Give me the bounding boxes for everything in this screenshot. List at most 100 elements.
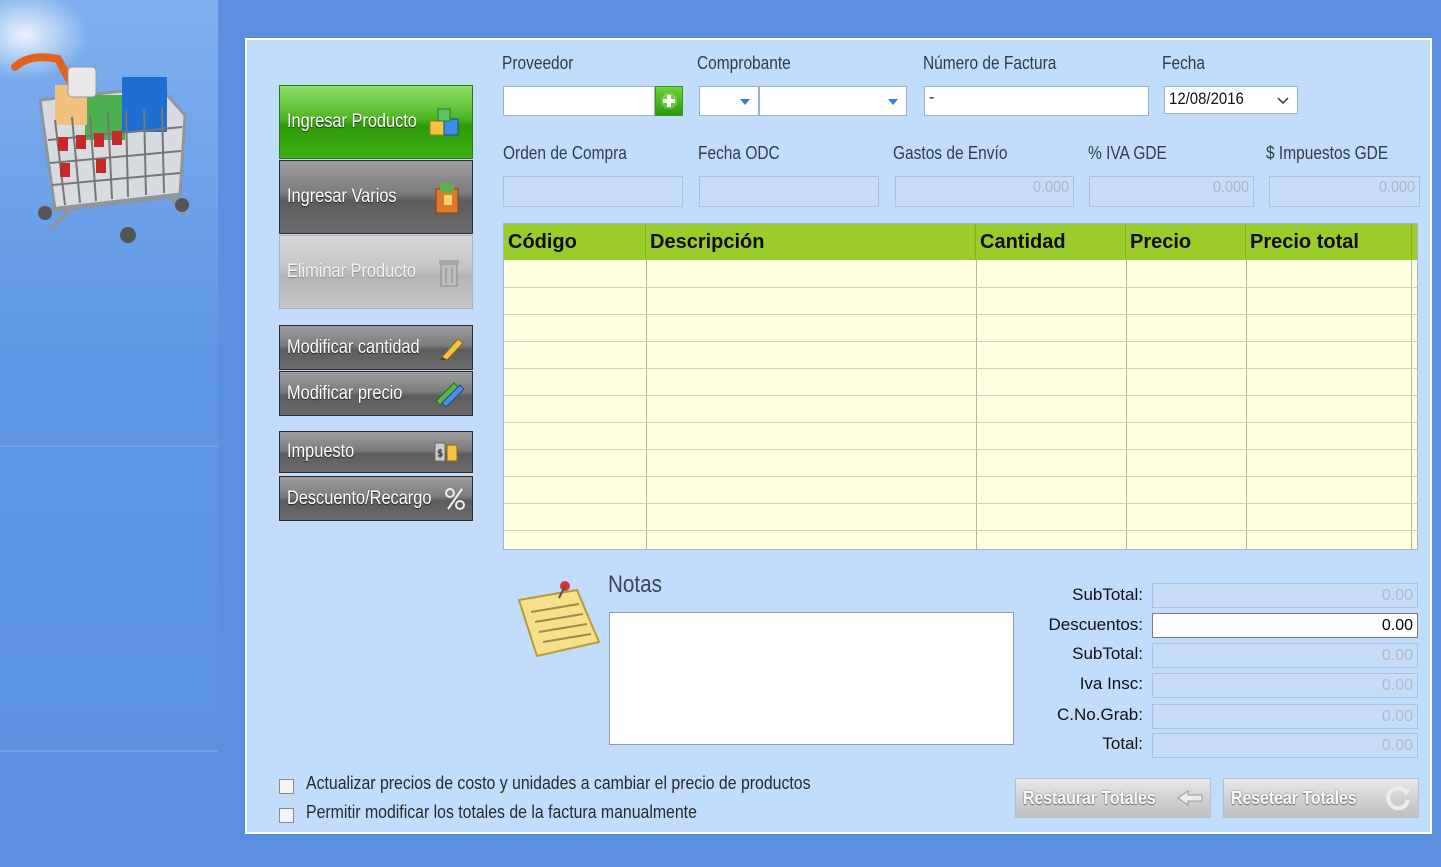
cnograb-label: C.No.Grab: bbox=[1057, 705, 1143, 724]
fecha-odc-label: Fecha ODC bbox=[698, 143, 780, 163]
row-divider bbox=[504, 422, 1417, 423]
comprobante-select[interactable] bbox=[759, 86, 907, 116]
descuentos-label: Descuentos: bbox=[1048, 615, 1144, 634]
items-table[interactable]: Código Descripción Cantidad Precio Preci… bbox=[503, 223, 1418, 550]
impuesto-label: Impuesto bbox=[287, 441, 355, 462]
tax-icon: $ bbox=[434, 442, 458, 462]
proveedor-label: Proveedor bbox=[502, 53, 574, 73]
iva-gde-label: % IVA GDE bbox=[1088, 143, 1167, 163]
subtotal-2-label: SubTotal: bbox=[1072, 644, 1143, 663]
column-divider bbox=[976, 260, 977, 549]
row-divider bbox=[504, 314, 1417, 315]
divider bbox=[0, 445, 218, 447]
permitir-modificar-label[interactable]: Permitir modificar los totales de la fac… bbox=[306, 802, 697, 823]
numero-factura-input[interactable]: - bbox=[924, 86, 1149, 116]
iva-insc-label: Iva Insc: bbox=[1079, 674, 1143, 693]
actualizar-precios-label[interactable]: Actualizar precios de costo y unidades a… bbox=[306, 773, 811, 794]
proveedor-input[interactable] bbox=[503, 86, 655, 116]
descuentos-field[interactable]: 0.00 bbox=[1152, 613, 1418, 638]
numero-factura-label: Número de Factura bbox=[923, 53, 1057, 73]
gastos-envio-label: Gastos de Envío bbox=[893, 143, 1008, 163]
cnograb-field[interactable]: 0.00 bbox=[1152, 704, 1418, 729]
divider bbox=[0, 750, 218, 752]
modificar-precio-label: Modificar precio bbox=[287, 382, 403, 404]
column-divider bbox=[1246, 260, 1247, 549]
eliminar-producto-button[interactable]: Eliminar Producto bbox=[279, 235, 473, 309]
iva-insc-field[interactable]: 0.00 bbox=[1152, 673, 1418, 698]
refresh-icon bbox=[1386, 786, 1410, 811]
column-divider bbox=[1411, 260, 1412, 549]
ingresar-varios-label: Ingresar Varios bbox=[287, 186, 397, 207]
column-divider bbox=[646, 260, 647, 549]
shopping-bag-icon bbox=[435, 183, 459, 214]
comprobante-type-select[interactable] bbox=[699, 86, 759, 116]
row-divider bbox=[504, 530, 1417, 531]
resetear-totales-button[interactable]: Resetear Totales bbox=[1223, 778, 1419, 818]
ingresar-producto-label: Ingresar Producto bbox=[287, 111, 417, 132]
plus-icon bbox=[661, 93, 677, 109]
restaurar-totales-button[interactable]: Restaurar Totales bbox=[1015, 778, 1211, 818]
descuento-recargo-button[interactable]: Descuento/Recargo bbox=[279, 476, 473, 521]
trash-icon bbox=[439, 260, 459, 287]
undo-arrow-icon bbox=[1177, 790, 1203, 806]
table-header: Código Descripción Cantidad Precio Preci… bbox=[504, 224, 1417, 260]
pencils-icon bbox=[435, 381, 465, 407]
comprobante-label: Comprobante bbox=[697, 53, 791, 73]
column-header-precio[interactable]: Precio bbox=[1126, 224, 1246, 260]
boxes-icon bbox=[429, 108, 459, 136]
side-banner bbox=[0, 0, 218, 867]
subtotal-field[interactable]: 0.00 bbox=[1152, 583, 1418, 608]
row-divider bbox=[504, 287, 1417, 288]
subtotal-2-field[interactable]: 0.00 bbox=[1152, 643, 1418, 668]
chevron-down-icon bbox=[888, 99, 898, 105]
impuestos-gde-label: $ Impuestos GDE bbox=[1266, 143, 1389, 163]
fecha-value: 12/08/2016 bbox=[1169, 89, 1244, 108]
chevron-down-icon bbox=[1277, 97, 1289, 105]
orden-compra-input[interactable] bbox=[503, 176, 683, 207]
impuesto-button[interactable]: Impuesto $ bbox=[279, 431, 473, 473]
add-proveedor-button[interactable] bbox=[655, 86, 683, 116]
column-header-descripcion[interactable]: Descripción bbox=[646, 224, 976, 260]
row-divider bbox=[504, 395, 1417, 396]
ingresar-producto-button[interactable]: Ingresar Producto bbox=[279, 85, 473, 159]
ingresar-varios-button[interactable]: Ingresar Varios bbox=[279, 160, 473, 234]
gastos-envio-value: 0.000 bbox=[1032, 179, 1069, 196]
eliminar-producto-label: Eliminar Producto bbox=[287, 261, 416, 282]
row-divider bbox=[504, 449, 1417, 450]
descuento-recargo-label: Descuento/Recargo bbox=[287, 487, 432, 509]
permitir-modificar-checkbox[interactable] bbox=[279, 808, 294, 823]
fecha-date-picker[interactable]: 12/08/2016 bbox=[1164, 86, 1298, 114]
column-divider bbox=[1126, 260, 1127, 549]
chevron-down-icon bbox=[740, 99, 750, 105]
resetear-totales-label: Resetear Totales bbox=[1231, 787, 1357, 808]
purchase-form-panel: Proveedor Comprobante Número de Factura … bbox=[245, 38, 1432, 834]
row-divider bbox=[504, 341, 1417, 342]
row-divider bbox=[504, 476, 1417, 477]
shopping-cart-icon bbox=[11, 53, 189, 243]
column-header-precio-total[interactable]: Precio total bbox=[1246, 224, 1412, 260]
iva-gde-input[interactable]: 0.000 bbox=[1089, 176, 1254, 207]
gastos-envio-input[interactable]: 0.000 bbox=[895, 176, 1074, 207]
svg-text:$: $ bbox=[437, 448, 443, 459]
fecha-label: Fecha bbox=[1162, 53, 1206, 73]
modificar-cantidad-button[interactable]: Modificar cantidad bbox=[279, 325, 473, 370]
impuestos-gde-value: 0.000 bbox=[1378, 179, 1415, 196]
fecha-odc-input[interactable] bbox=[699, 176, 879, 207]
modificar-cantidad-label: Modificar cantidad bbox=[287, 336, 420, 358]
modificar-precio-button[interactable]: Modificar precio bbox=[279, 371, 473, 416]
iva-gde-value: 0.000 bbox=[1212, 179, 1249, 196]
row-divider bbox=[504, 503, 1417, 504]
total-field[interactable]: 0.00 bbox=[1152, 733, 1418, 758]
notas-label: Notas bbox=[608, 571, 662, 598]
impuestos-gde-input[interactable]: 0.000 bbox=[1269, 176, 1420, 207]
notes-textarea[interactable] bbox=[609, 612, 1014, 745]
total-label: Total: bbox=[1102, 734, 1143, 753]
column-header-codigo[interactable]: Código bbox=[504, 224, 646, 260]
subtotal-label: SubTotal: bbox=[1072, 585, 1143, 604]
row-divider bbox=[504, 368, 1417, 369]
actualizar-precios-checkbox[interactable] bbox=[279, 779, 294, 794]
column-header-cantidad[interactable]: Cantidad bbox=[976, 224, 1126, 260]
orden-compra-label: Orden de Compra bbox=[503, 143, 627, 163]
restaurar-totales-label: Restaurar Totales bbox=[1023, 787, 1156, 808]
percent-icon bbox=[445, 487, 465, 510]
